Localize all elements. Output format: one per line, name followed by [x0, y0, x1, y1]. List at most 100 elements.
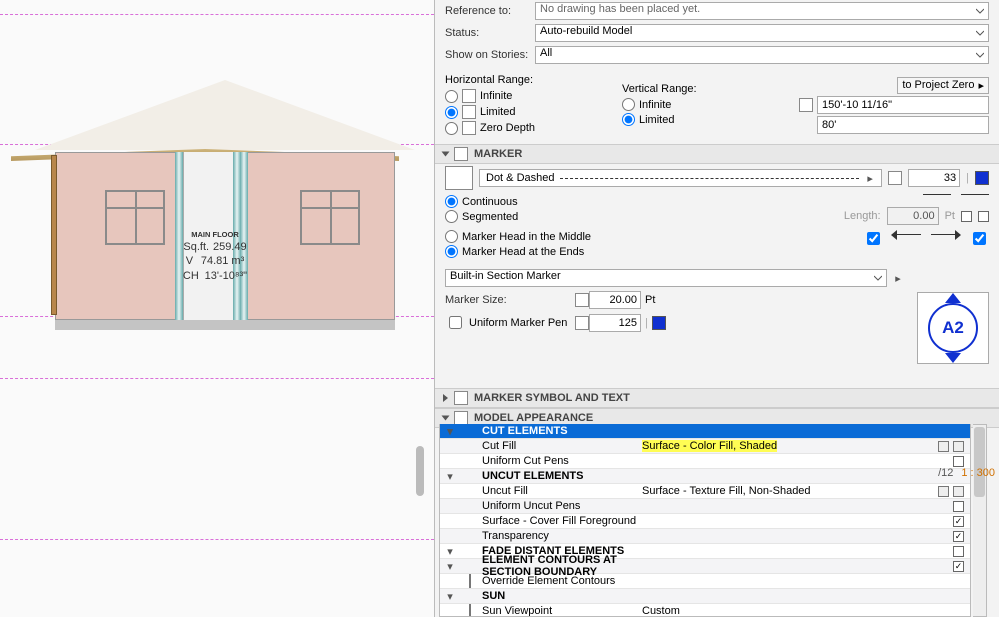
reference-to-label: Reference to: [445, 5, 535, 17]
ma-row-label: Cut Fill [480, 440, 640, 452]
ma-row-label: Surface - Cover Fill Foreground [480, 515, 640, 527]
to-project-zero-button[interactable]: to Project Zero▸ [897, 77, 989, 94]
elevation-top-icon [799, 98, 813, 112]
model-appearance-icon [454, 411, 468, 425]
vrange-bottom-input[interactable] [817, 116, 989, 134]
marker-head-right-icon [931, 234, 959, 244]
marker-pen-color[interactable] [975, 171, 989, 185]
marker-size-icon [575, 293, 589, 307]
marker-section-icon [454, 147, 468, 161]
marker-head-ends-radio[interactable]: Marker Head at the Ends [445, 244, 863, 259]
ma-row-checkbox[interactable] [953, 546, 964, 557]
segment-length-input [887, 207, 939, 225]
range-zerodepth-icon [462, 121, 476, 135]
vrange-top-input[interactable] [817, 96, 989, 114]
ma-row-value: Custom [640, 605, 924, 617]
ma-row-checkbox[interactable] [953, 501, 964, 512]
ma-row[interactable]: Uniform Cut Pens [440, 454, 970, 469]
fill-option-icon[interactable] [953, 486, 964, 497]
line-type-dropdown[interactable]: Dot & Dashed ▸ [479, 169, 882, 187]
range-infinite-icon [462, 89, 476, 103]
status-dropdown[interactable]: Auto-rebuild Model [535, 24, 989, 42]
uniform-pen-color[interactable] [652, 316, 666, 330]
ma-row[interactable]: Uniform Uncut Pens [440, 499, 970, 514]
fill-option-icon[interactable] [938, 441, 949, 452]
line-type-icon[interactable] [445, 166, 473, 190]
marker-size-label: Marker Size: [445, 294, 575, 306]
row-icon [469, 574, 471, 588]
marker-continuous-radio[interactable]: Continuous [445, 194, 749, 209]
chevron-right-icon: ▸ [893, 272, 903, 285]
ma-row[interactable]: ▾ CUT ELEMENTS [440, 424, 970, 439]
scrollbar-thumb[interactable] [416, 446, 424, 496]
drawing-canvas[interactable]: MAIN FLOOR Sq.ft. 259.49 V 74.81 m³ CH 1… [0, 0, 434, 617]
ma-row[interactable]: Transparency [440, 529, 970, 544]
ma-row[interactable]: Sun ViewpointCustom [440, 604, 970, 617]
chevron-down-icon[interactable]: ▾ [440, 590, 460, 603]
line-dash-preview [560, 178, 859, 179]
hrange-limited-radio[interactable]: Limited [445, 104, 622, 120]
chevron-down-icon[interactable]: ▾ [440, 425, 460, 438]
uniform-pen-input[interactable] [589, 314, 641, 332]
ma-row-label: CUT ELEMENTS [480, 425, 640, 437]
uniform-marker-pen-chk[interactable]: Uniform Marker Pen [445, 313, 575, 332]
fill-option-icon[interactable] [938, 486, 949, 497]
marker-head-right-chk[interactable] [973, 232, 986, 245]
ma-row[interactable]: ▾UNCUT ELEMENTS [440, 469, 970, 484]
marker-section-header[interactable]: MARKER [435, 144, 999, 164]
marker-symbol-text-header[interactable]: MARKER SYMBOL AND TEXT [435, 388, 999, 408]
status-footer: /12 1 : 300 [938, 467, 995, 479]
marker-head-left-chk[interactable] [867, 232, 880, 245]
chevron-down-icon[interactable]: ▾ [440, 470, 460, 483]
show-stories-label: Show on Stories: [445, 49, 535, 61]
chevron-right-icon: ▸ [865, 172, 875, 185]
marker-type-dropdown[interactable]: Built-in Section Marker [445, 269, 887, 287]
ma-row[interactable]: Surface - Cover Fill Foreground [440, 514, 970, 529]
range-limited-icon [462, 105, 476, 119]
story-line [0, 378, 434, 379]
chevron-right-icon: ▸ [978, 79, 984, 92]
story-line [0, 539, 434, 540]
ma-row[interactable]: Override Element Contours [440, 574, 970, 589]
ma-row-label: Uniform Cut Pens [480, 455, 640, 467]
hrange-infinite-radio[interactable]: Infinite [445, 88, 622, 104]
horizontal-range-label: Horizontal Range: [445, 74, 622, 86]
fill-option-icon[interactable] [953, 441, 964, 452]
ma-row-label: Override Element Contours [480, 575, 640, 587]
marker-pen-input[interactable] [908, 169, 960, 187]
marker-line-preview-a [923, 194, 951, 204]
reference-to-value[interactable]: No drawing has been placed yet. [535, 2, 989, 20]
story-line [0, 14, 434, 15]
ma-row[interactable]: ▾SUN [440, 589, 970, 604]
vrange-infinite-radio[interactable]: Infinite [622, 97, 799, 112]
ma-row-checkbox[interactable] [953, 561, 964, 572]
scrollbar-thumb[interactable] [974, 427, 985, 497]
pen-weight-icon [575, 316, 589, 330]
show-stories-dropdown[interactable]: All [535, 46, 989, 64]
chevron-down-icon[interactable]: ▾ [440, 545, 460, 558]
ma-row[interactable]: Cut FillSurface - Color Fill, Shaded [440, 439, 970, 454]
marker-segmented-radio[interactable]: Segmented [445, 209, 749, 224]
ma-row-checkbox[interactable] [953, 456, 964, 467]
chevron-right-icon [443, 394, 448, 402]
marker-preview: A2 [917, 292, 989, 364]
chevron-down-icon[interactable]: ▾ [440, 560, 460, 573]
model-appearance-list[interactable]: ▾ CUT ELEMENTS Cut FillSurface - Color Fil… [439, 424, 971, 617]
scrollbar-track[interactable] [973, 424, 987, 617]
ma-row[interactable]: ▾ELEMENT CONTOURS AT SECTION BOUNDARY [440, 559, 970, 574]
seg-chk-b [978, 211, 989, 222]
chevron-down-icon [442, 416, 450, 421]
hrange-zerodepth-radio[interactable]: Zero Depth [445, 120, 622, 136]
ma-row[interactable]: Uncut FillSurface - Texture Fill, Non-Sh… [440, 484, 970, 499]
chevron-down-icon [442, 152, 450, 157]
marker-size-input[interactable] [589, 291, 641, 309]
ma-row-checkbox[interactable] [953, 516, 964, 527]
marker-preview-symbol: A2 [928, 303, 978, 353]
ma-row-checkbox[interactable] [953, 531, 964, 542]
marker-head-middle-radio[interactable]: Marker Head in the Middle [445, 229, 863, 244]
vrange-limited-radio[interactable]: Limited [622, 112, 799, 127]
vertical-range-label: Vertical Range: [622, 83, 799, 95]
symbol-text-icon [454, 391, 468, 405]
section-settings-panel: Reference to: No drawing has been placed… [434, 0, 999, 617]
row-icon [469, 604, 471, 617]
